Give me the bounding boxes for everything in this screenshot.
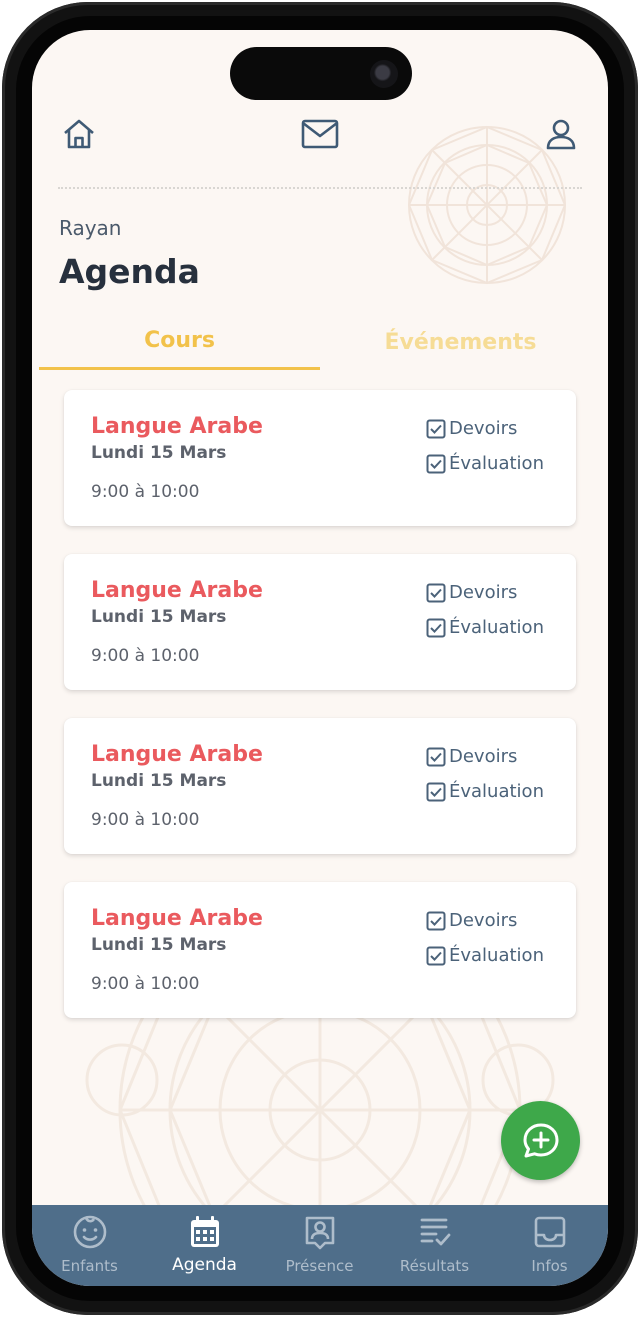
top-navigation xyxy=(32,114,608,164)
calendar-icon xyxy=(190,1216,219,1247)
evaluation-check: Évaluation xyxy=(426,945,544,966)
bottom-nav-agenda[interactable]: Agenda xyxy=(147,1205,262,1286)
decorative-pattern-bottom xyxy=(85,908,555,1230)
bottom-nav-label: Agenda xyxy=(172,1255,237,1275)
evaluation-label: Évaluation xyxy=(449,617,544,638)
bottom-nav-resultats[interactable]: Résultats xyxy=(377,1205,492,1286)
homework-label: Devoirs xyxy=(449,418,518,439)
checkbox-checked-icon xyxy=(426,454,446,473)
homework-label: Devoirs xyxy=(449,910,518,931)
homework-label: Devoirs xyxy=(449,746,518,767)
course-card[interactable]: Langue Arabe Lundi 15 Mars 9:00 à 10:00 … xyxy=(64,882,576,1018)
tab-evenements[interactable]: Événements xyxy=(320,314,601,370)
course-date: Lundi 15 Mars xyxy=(91,443,227,463)
mail-icon[interactable] xyxy=(300,114,340,154)
chat-add-icon xyxy=(523,1123,558,1157)
bottom-nav-infos[interactable]: Infos xyxy=(492,1205,607,1286)
checkbox-checked-icon xyxy=(426,747,446,766)
bottom-navigation: Enfants Agenda Présence Résultats Infos xyxy=(32,1205,608,1286)
front-camera xyxy=(370,60,398,88)
course-date: Lundi 15 Mars xyxy=(91,771,227,791)
course-card[interactable]: Langue Arabe Lundi 15 Mars 9:00 à 10:00 … xyxy=(64,718,576,854)
course-time: 9:00 à 10:00 xyxy=(91,482,200,502)
checkbox-checked-icon xyxy=(426,583,446,602)
course-title: Langue Arabe xyxy=(91,742,263,767)
homework-check: Devoirs xyxy=(426,910,517,931)
results-icon xyxy=(420,1218,450,1246)
course-time: 9:00 à 10:00 xyxy=(91,646,200,666)
bottom-nav-label: Infos xyxy=(531,1257,568,1275)
evaluation-label: Évaluation xyxy=(449,781,544,802)
child-face-icon xyxy=(73,1215,106,1249)
evaluation-label: Évaluation xyxy=(449,453,544,474)
homework-label: Devoirs xyxy=(449,582,518,603)
course-title: Langue Arabe xyxy=(91,578,263,603)
course-time: 9:00 à 10:00 xyxy=(91,974,200,994)
app-screen: Rayan Agenda Cours Événements Langue Ara… xyxy=(32,30,608,1286)
homework-check: Devoirs xyxy=(426,582,517,603)
user-icon[interactable] xyxy=(541,114,581,154)
attendance-icon xyxy=(305,1216,334,1250)
course-card[interactable]: Langue Arabe Lundi 15 Mars 9:00 à 10:00 … xyxy=(64,390,576,526)
evaluation-check: Évaluation xyxy=(426,781,544,802)
bottom-nav-enfants[interactable]: Enfants xyxy=(32,1205,147,1286)
evaluation-label: Évaluation xyxy=(449,945,544,966)
homework-check: Devoirs xyxy=(426,746,517,767)
agenda-tabs: Cours Événements xyxy=(39,314,601,370)
page-title: Agenda xyxy=(59,252,200,291)
bottom-nav-presence[interactable]: Présence xyxy=(262,1205,377,1286)
student-name: Rayan xyxy=(59,216,122,240)
course-date: Lundi 15 Mars xyxy=(91,607,227,627)
course-date: Lundi 15 Mars xyxy=(91,935,227,955)
evaluation-check: Évaluation xyxy=(426,617,544,638)
checkbox-checked-icon xyxy=(426,911,446,930)
checkbox-checked-icon xyxy=(426,618,446,637)
checkbox-checked-icon xyxy=(426,419,446,438)
evaluation-check: Évaluation xyxy=(426,453,544,474)
course-title: Langue Arabe xyxy=(91,906,263,931)
checkbox-checked-icon xyxy=(426,782,446,801)
checkbox-checked-icon xyxy=(426,946,446,965)
course-title: Langue Arabe xyxy=(91,414,263,439)
homework-check: Devoirs xyxy=(426,418,517,439)
bottom-nav-label: Résultats xyxy=(399,1257,470,1275)
tab-cours[interactable]: Cours xyxy=(39,314,320,370)
new-message-button[interactable] xyxy=(501,1101,580,1180)
course-time: 9:00 à 10:00 xyxy=(91,810,200,830)
bottom-nav-label: Présence xyxy=(285,1257,354,1275)
home-icon[interactable] xyxy=(59,114,99,154)
header-divider xyxy=(58,187,582,189)
bottom-nav-label: Enfants xyxy=(61,1257,118,1275)
course-card[interactable]: Langue Arabe Lundi 15 Mars 9:00 à 10:00 … xyxy=(64,554,576,690)
inbox-icon xyxy=(534,1216,565,1248)
